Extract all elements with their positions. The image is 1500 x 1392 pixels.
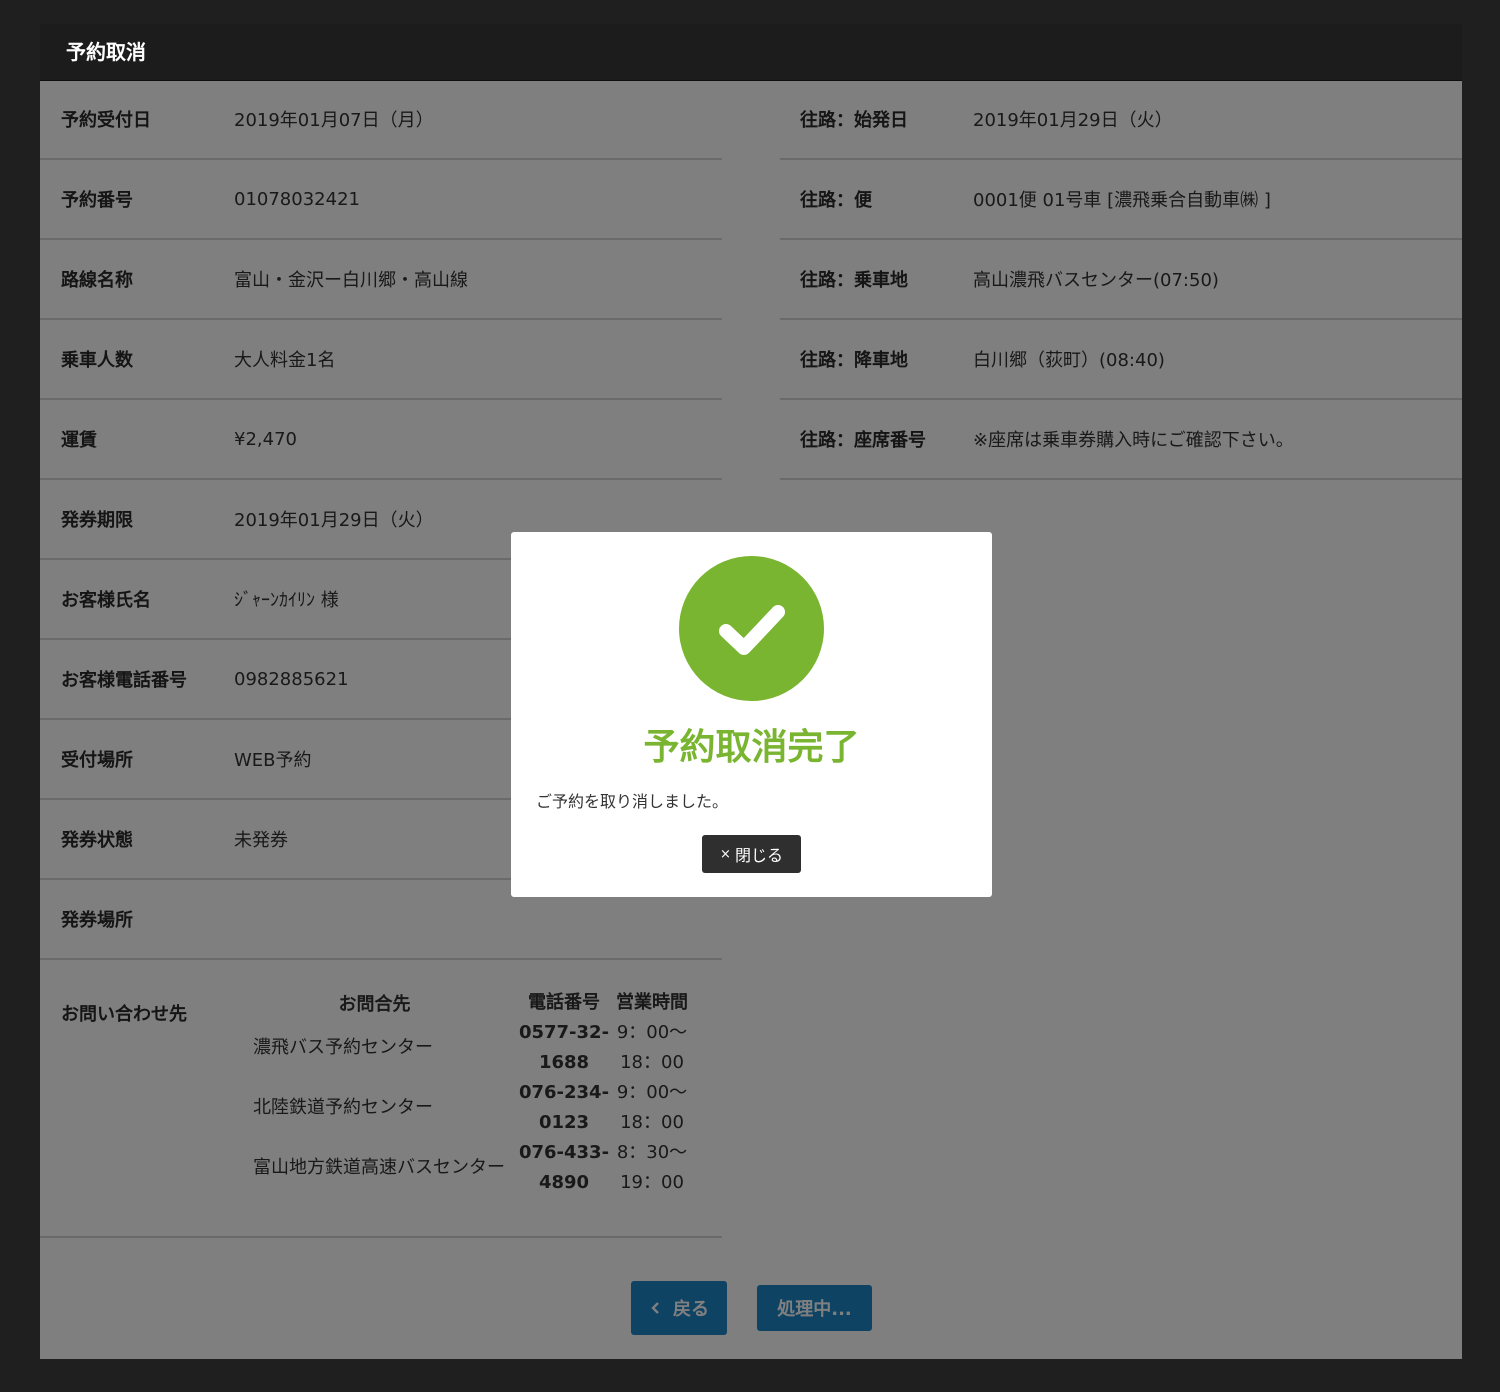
close-button[interactable]: × 閉じる [702,835,801,873]
close-icon: × [720,846,731,862]
cancel-complete-dialog: 予約取消完了 ご予約を取り消しました。 × 閉じる [511,532,992,897]
page-title: 予約取消 [40,24,1462,81]
dialog-title: 予約取消完了 [643,727,860,768]
close-button-label: 閉じる [734,846,783,865]
dialog-message: ご予約を取り消しました。 [536,792,729,811]
success-check-icon [679,556,824,701]
